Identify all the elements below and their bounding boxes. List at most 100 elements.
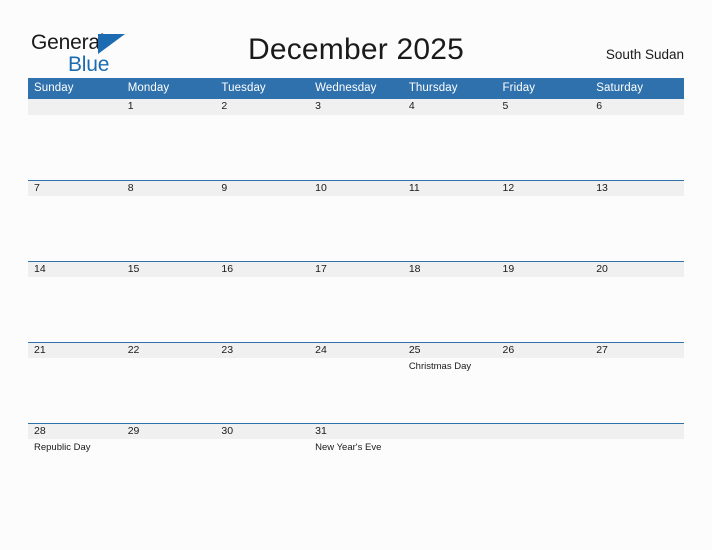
event-list: Republic Day (28, 439, 122, 454)
calendar-header-row: Sunday Monday Tuesday Wednesday Thursday… (28, 78, 684, 99)
calendar-day-cell[interactable]: 15 (121, 261, 216, 342)
day-cell-inner: 20 (590, 261, 684, 342)
day-number: 27 (590, 342, 684, 358)
calendar-day-cell[interactable]: 28 Republic Day (28, 423, 122, 504)
calendar-day-cell[interactable]: 27 (590, 342, 684, 423)
calendar-day-cell[interactable]: 31 New Year's Eve (309, 423, 403, 504)
calendar-week-row: 7 8 9 10 11 12 13 (28, 180, 684, 261)
calendar-day-cell[interactable]: 14 (28, 261, 122, 342)
day-number: 18 (402, 261, 497, 277)
calendar-day-cell[interactable]: 7 (28, 180, 122, 261)
day-number: 21 (28, 342, 122, 358)
day-cell-inner: 10 (309, 180, 403, 261)
calendar-day-cell[interactable]: 20 (590, 261, 684, 342)
weekday-header-saturday: Saturday (590, 78, 684, 99)
day-number: 31 (309, 423, 403, 439)
calendar-day-cell[interactable] (402, 423, 497, 504)
weekday-header-sunday: Sunday (28, 78, 122, 99)
calendar-day-cell[interactable] (496, 423, 591, 504)
day-number: 26 (496, 342, 591, 358)
day-cell-inner: 13 (590, 180, 684, 261)
calendar-day-cell[interactable]: 22 (121, 342, 216, 423)
day-number: 22 (121, 342, 216, 358)
day-number: 28 (28, 423, 122, 439)
day-cell-inner: 25 Christmas Day (402, 342, 497, 423)
calendar-day-cell[interactable]: 19 (496, 261, 591, 342)
calendar-day-cell[interactable]: 17 (309, 261, 403, 342)
calendar-day-cell[interactable]: 29 (121, 423, 216, 504)
holiday-event: New Year's Eve (315, 442, 382, 453)
day-cell-inner: 19 (496, 261, 591, 342)
day-number (402, 423, 497, 439)
calendar-day-cell[interactable]: 26 (496, 342, 591, 423)
day-number: 17 (309, 261, 403, 277)
holiday-event: Christmas Day (408, 361, 472, 372)
calendar-day-cell[interactable]: 2 (215, 99, 310, 180)
day-cell-inner: 27 (590, 342, 684, 423)
day-cell-inner: 7 (28, 180, 122, 261)
holiday-event: Republic Day (34, 442, 91, 453)
day-number: 10 (309, 180, 403, 196)
calendar-day-cell[interactable] (28, 99, 122, 180)
calendar-day-cell[interactable]: 12 (496, 180, 591, 261)
calendar-day-cell[interactable]: 25 Christmas Day (402, 342, 497, 423)
day-cell-inner: 26 (496, 342, 591, 423)
calendar-day-cell[interactable] (590, 423, 684, 504)
calendar-day-cell[interactable]: 21 (28, 342, 122, 423)
calendar-day-cell[interactable]: 9 (215, 180, 310, 261)
calendar-day-cell[interactable]: 6 (590, 99, 684, 180)
day-number: 9 (215, 180, 310, 196)
day-cell-inner: 30 (215, 423, 310, 504)
day-number: 14 (28, 261, 122, 277)
calendar-day-cell[interactable]: 30 (215, 423, 310, 504)
day-number: 12 (496, 180, 591, 196)
day-number: 4 (402, 99, 497, 115)
event-list: Christmas Day (403, 358, 497, 373)
day-number: 24 (309, 342, 403, 358)
day-number: 25 (402, 342, 497, 358)
day-number: 29 (121, 423, 216, 439)
day-number: 30 (215, 423, 310, 439)
calendar-day-cell[interactable]: 18 (402, 261, 497, 342)
calendar-day-cell[interactable]: 1 (121, 99, 216, 180)
calendar-day-cell[interactable]: 24 (309, 342, 403, 423)
day-cell-inner: 5 (496, 99, 591, 180)
day-number: 1 (121, 99, 216, 115)
day-cell-inner: 3 (309, 99, 403, 180)
calendar-day-cell[interactable]: 4 (402, 99, 497, 180)
day-cell-inner: 8 (121, 180, 216, 261)
country-label: South Sudan (605, 47, 684, 62)
calendar-day-cell[interactable]: 11 (402, 180, 497, 261)
weekday-header-monday: Monday (121, 78, 216, 99)
day-cell-inner: 1 (121, 99, 216, 180)
day-cell-inner: 2 (215, 99, 310, 180)
day-number: 8 (121, 180, 216, 196)
day-cell-inner: 6 (590, 99, 684, 180)
day-cell-inner: 24 (309, 342, 403, 423)
day-cell-inner: 4 (402, 99, 497, 180)
day-number (496, 423, 591, 439)
calendar-body: 1 2 3 4 5 6 7 8 9 10 11 12 13 14 15 16 17 18 19 20 21 22 23 24 2… (28, 99, 684, 504)
day-cell-inner: 15 (121, 261, 216, 342)
calendar-day-cell[interactable]: 5 (496, 99, 591, 180)
day-number: 15 (121, 261, 216, 277)
day-cell-inner (402, 423, 497, 504)
weekday-header-thursday: Thursday (402, 78, 497, 99)
calendar-day-cell[interactable]: 3 (309, 99, 403, 180)
calendar-day-cell[interactable]: 13 (590, 180, 684, 261)
calendar-grid: Sunday Monday Tuesday Wednesday Thursday… (28, 78, 684, 504)
day-number: 5 (496, 99, 591, 115)
calendar-day-cell[interactable]: 23 (215, 342, 310, 423)
calendar-day-cell[interactable]: 16 (215, 261, 310, 342)
day-cell-inner: 31 New Year's Eve (309, 423, 403, 504)
day-number: 19 (496, 261, 591, 277)
calendar-day-cell[interactable]: 8 (121, 180, 216, 261)
day-cell-inner (590, 423, 684, 504)
day-number: 3 (309, 99, 403, 115)
calendar-day-cell[interactable]: 10 (309, 180, 403, 261)
day-cell-inner: 11 (402, 180, 497, 261)
day-cell-inner: 12 (496, 180, 591, 261)
calendar-week-row: 123456 (28, 99, 684, 180)
day-cell-inner (28, 99, 122, 180)
calendar-week-row: 14 15 16 17 18 19 20 (28, 261, 684, 342)
